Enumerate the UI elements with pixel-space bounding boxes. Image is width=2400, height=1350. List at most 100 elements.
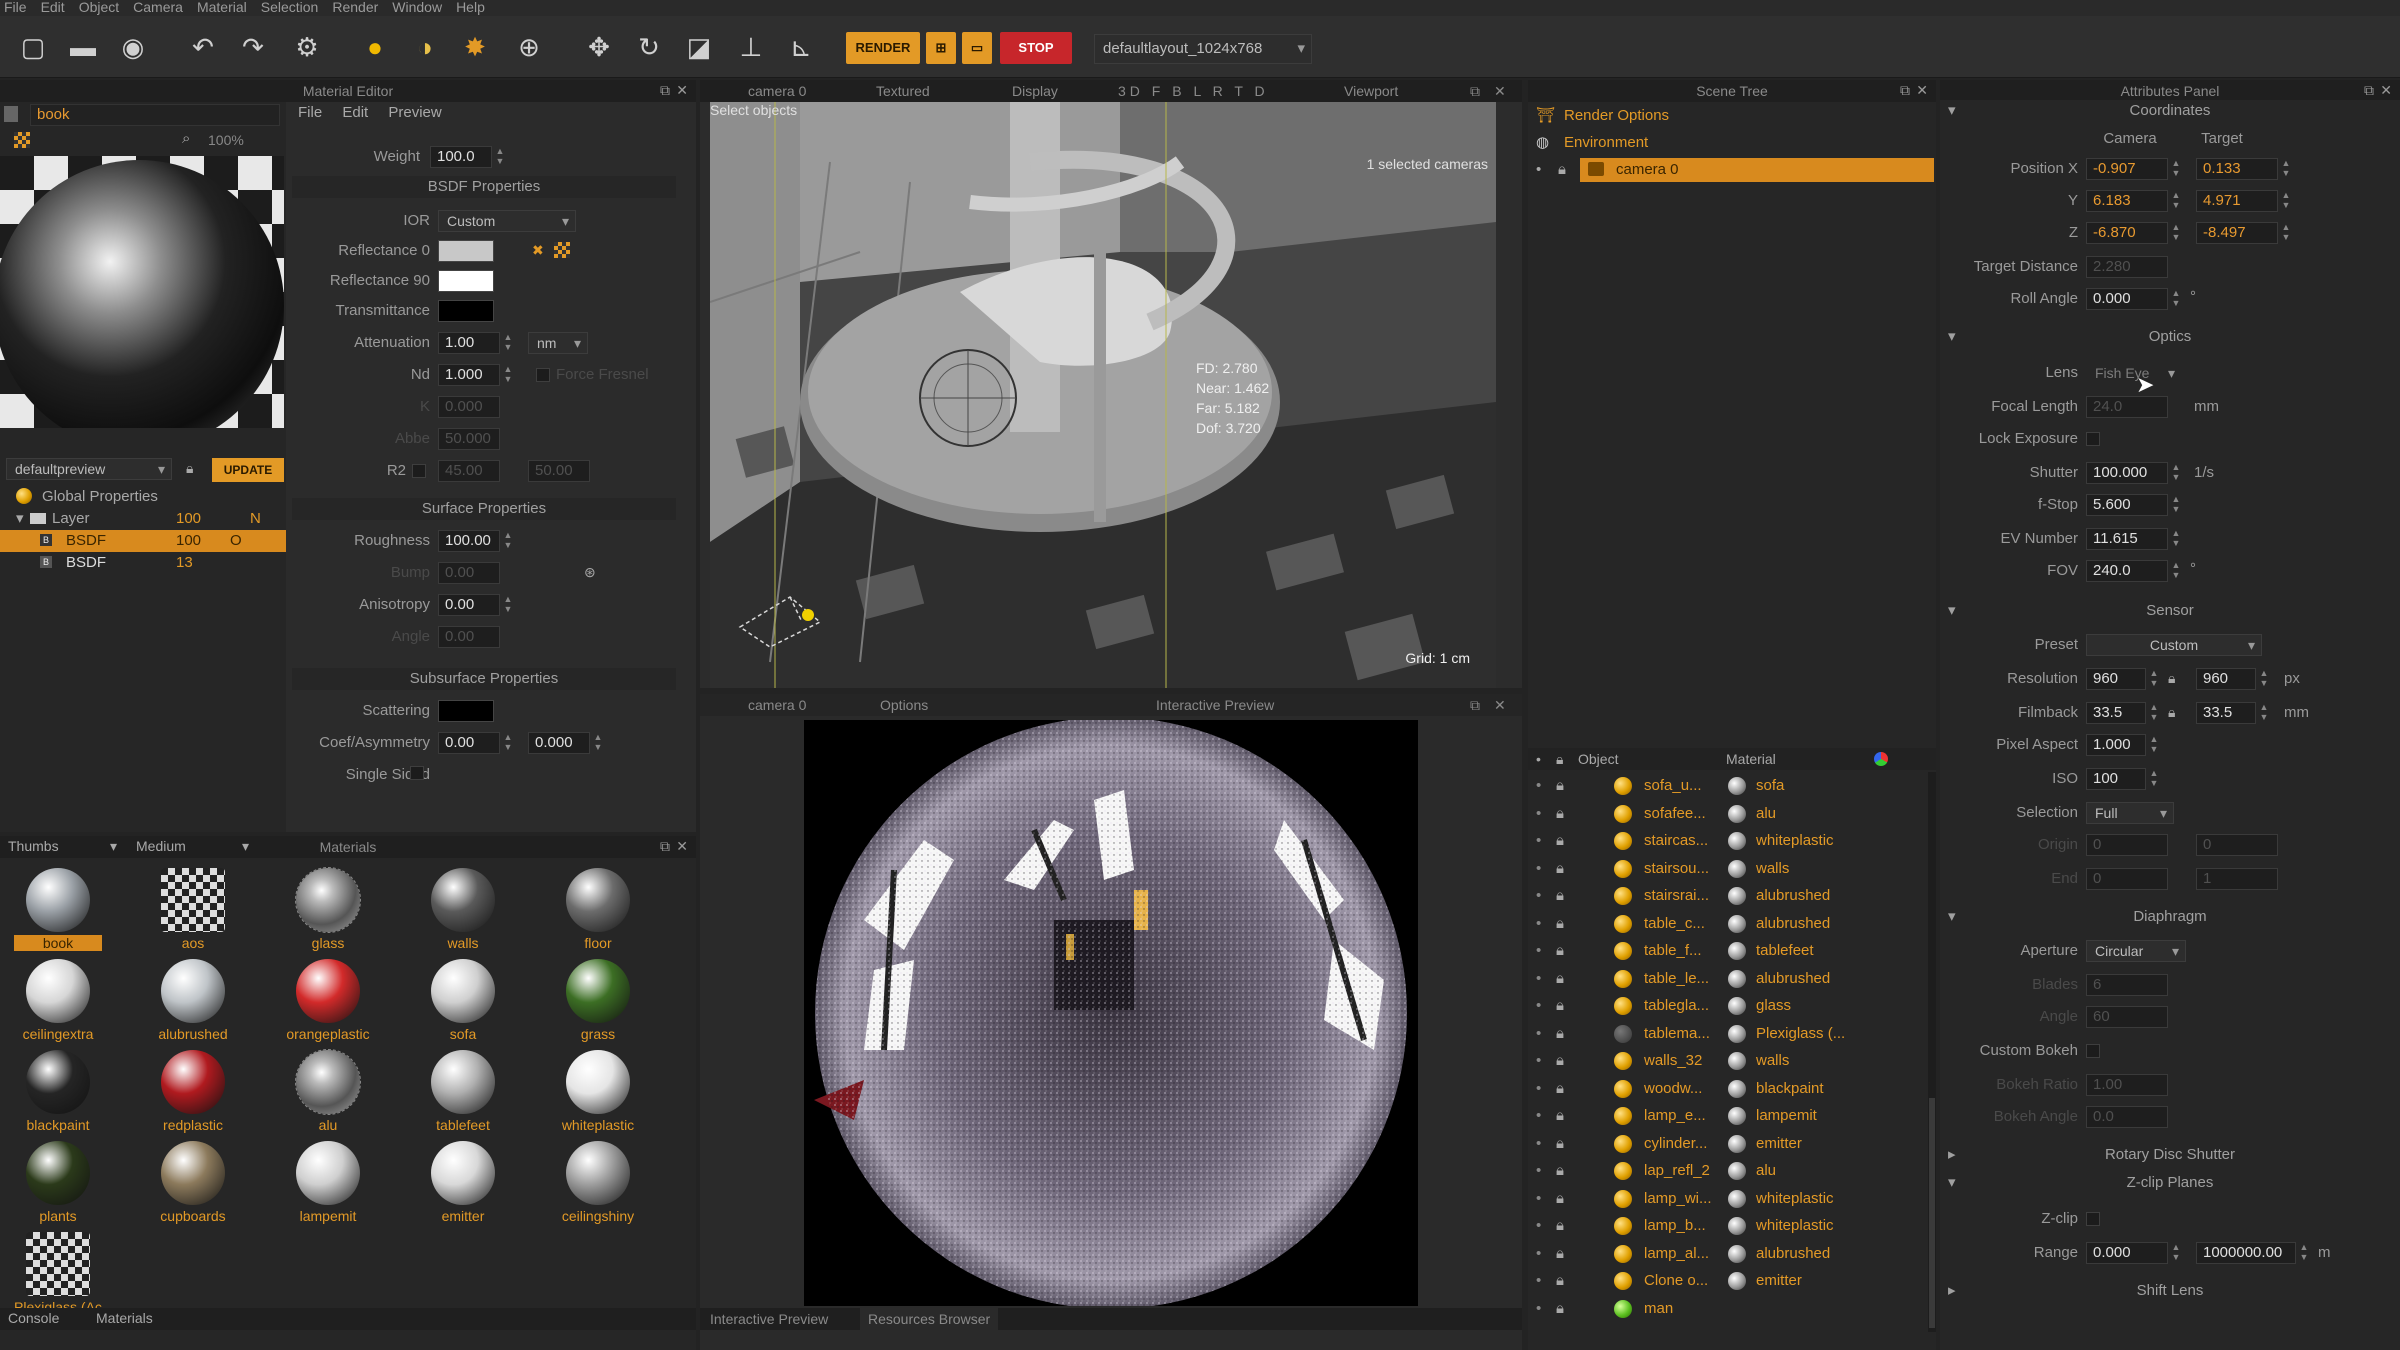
fstop-spin[interactable]: ▲ ▼ (2170, 494, 2182, 516)
single-sided-checkbox[interactable] (410, 766, 424, 780)
scene-object-row[interactable]: • 🔒︎ sofa_u... sofa (1528, 772, 1928, 799)
tab-interactive-preview[interactable]: Interactive Preview (710, 1308, 828, 1330)
object-material[interactable]: emitter (1756, 1130, 1802, 1157)
preview-float-icon[interactable]: ⧉ (1470, 694, 1480, 716)
lens-select[interactable]: Fish Eye (2086, 362, 2182, 384)
camera-z-spin[interactable]: ▲ ▼ (2170, 222, 2182, 244)
menu-material[interactable]: Material (197, 0, 247, 15)
column-object[interactable]: Object (1578, 748, 1618, 770)
menu-render[interactable]: Render (332, 0, 378, 15)
lock-icon[interactable]: 🔒︎ (1556, 1267, 1564, 1294)
ev-number-field[interactable]: 11.615 (2086, 528, 2168, 550)
weight-spin[interactable]: ▲ ▼ (494, 146, 506, 168)
scene-object-row[interactable]: • 🔒︎ table_c... alubrushed (1528, 910, 1928, 937)
object-material[interactable]: emitter (1756, 1267, 1802, 1294)
menu-window[interactable]: Window (392, 0, 442, 15)
coef-field-2[interactable]: 0.000 (528, 732, 590, 754)
range-near-field[interactable]: 0.000 (2086, 1242, 2168, 1264)
reflectance90-swatch[interactable] (438, 270, 494, 292)
material-thumb[interactable]: grass (554, 959, 642, 1049)
object-material[interactable]: walls (1756, 1047, 1789, 1074)
material-thumb[interactable]: glass (284, 867, 372, 958)
scene-object-row[interactable]: • 🔒︎ lamp_e... lampemit (1528, 1102, 1928, 1129)
blades-field[interactable]: 6 (2086, 974, 2168, 996)
preview-options-menu[interactable]: Options (880, 694, 928, 716)
surface-properties-header[interactable]: Surface Properties (292, 498, 676, 520)
tree-row-global[interactable]: Global Properties (0, 486, 286, 508)
force-fresnel-checkbox[interactable] (536, 368, 550, 382)
transmittance-swatch[interactable] (438, 300, 494, 322)
material-thumb[interactable]: blackpaint (14, 1050, 102, 1140)
scene-float-icon[interactable]: ⧉ (1900, 82, 1910, 99)
tab-resources-browser[interactable]: Resources Browser (860, 1308, 999, 1330)
scene-object-row[interactable]: • 🔒︎ walls_32 walls (1528, 1047, 1928, 1074)
object-material[interactable]: whiteplastic (1756, 1212, 1834, 1239)
object-material[interactable]: alubrushed (1756, 910, 1830, 937)
camera-row[interactable]: • 🔒︎ camera 0 (1528, 156, 1936, 183)
lock-icon[interactable]: 🔒︎ (1556, 992, 1564, 1019)
material-thumb[interactable]: floor (554, 868, 642, 958)
menu-camera[interactable]: Camera (133, 0, 183, 15)
camera-x-field[interactable]: -0.907 (2086, 158, 2168, 180)
selection-select[interactable]: Full (2086, 802, 2174, 824)
scene-object-row[interactable]: • 🔒︎ tablema... Plexiglass (... (1528, 1020, 1928, 1047)
viewport-shading-select[interactable]: Textured (876, 80, 930, 102)
fstop-field[interactable]: 5.600 (2086, 494, 2168, 516)
menu-help[interactable]: Help (456, 0, 485, 15)
lock-icon[interactable]: 🔒︎ (1556, 1240, 1564, 1267)
rotate-icon[interactable]: ↻ (632, 30, 666, 64)
materials-close-icon[interactable]: ✕ (676, 838, 688, 855)
scene-object-row[interactable]: • 🔒︎ woodw... blackpaint (1528, 1075, 1928, 1102)
custom-bokeh-checkbox[interactable] (2086, 1044, 2100, 1058)
target-y-field[interactable]: 4.971 (2196, 190, 2278, 212)
resolution-width-field[interactable]: 960 (2086, 668, 2146, 690)
viewport-3d-canvas[interactable]: Select objects 1 selected cameras FD: 2.… (710, 102, 1496, 688)
r2-field-a[interactable]: 45.00 (438, 460, 500, 482)
new-file-icon[interactable]: ▢ (16, 30, 50, 64)
lock-icon[interactable]: 🔒︎ (1556, 882, 1564, 909)
r2-field-b[interactable]: 50.00 (528, 460, 590, 482)
range-far-field[interactable]: 1000000.00 (2196, 1242, 2296, 1264)
diaphragm-header[interactable]: ▾ Diaphragm (1940, 906, 2400, 928)
lock-icon[interactable]: 🔒︎ (1556, 937, 1564, 964)
shutter-field[interactable]: 100.000 (2086, 462, 2168, 484)
preview-scene-select[interactable]: defaultpreview (6, 458, 172, 480)
scene-object-row[interactable]: • 🔒︎ lamp_b... whiteplastic (1528, 1212, 1928, 1239)
weight-field[interactable]: 100.0 (430, 146, 492, 168)
origin-field-1[interactable]: 0 (2086, 834, 2168, 856)
material-sphere-icon[interactable]: ● (358, 30, 392, 64)
camera-z-field[interactable]: -6.870 (2086, 222, 2168, 244)
axis-icon[interactable]: ⊾ (784, 30, 818, 64)
scene-object-row[interactable]: • 🔒︎ stairsrai... alubrushed (1528, 882, 1928, 909)
tab-materials[interactable]: Materials (96, 1310, 153, 1326)
iso-field[interactable]: 100 (2086, 768, 2146, 790)
attributes-float-icon[interactable]: ⧉ (2364, 82, 2374, 99)
scene-object-row[interactable]: • 🔒︎ tablegla... glass (1528, 992, 1928, 1019)
nd-field[interactable]: 1.000 (438, 364, 500, 386)
attenuation-spin[interactable]: ▲ ▼ (502, 332, 514, 354)
lock-icon[interactable]: 🔒︎ (1556, 772, 1564, 799)
material-thumb[interactable]: tablefeet (419, 1050, 507, 1140)
resolution-lock-icon[interactable]: 🔒︎ (2168, 670, 2175, 687)
object-material[interactable]: tablefeet (1756, 937, 1814, 964)
ev-number-spin[interactable]: ▲ ▼ (2170, 528, 2182, 550)
material-thumb[interactable]: plants (14, 1141, 102, 1231)
scene-object-row[interactable]: • 🔒︎ Clone o... emitter (1528, 1267, 1928, 1294)
menu-selection[interactable]: Selection (261, 0, 319, 15)
angle-field[interactable]: 0.00 (438, 626, 500, 648)
material-thumb[interactable]: aos (149, 868, 237, 958)
lock-icon[interactable]: 🔒︎ (1556, 827, 1564, 854)
material-thumb[interactable]: ceilingextra (14, 959, 102, 1049)
material-thumb[interactable]: book (14, 868, 102, 958)
checker-icon[interactable] (14, 132, 30, 148)
coef-spin-1[interactable]: ▲ ▼ (502, 732, 514, 754)
preview-render-image[interactable] (804, 720, 1418, 1306)
diaphragm-angle-field[interactable]: 60 (2086, 1006, 2168, 1028)
target-z-field[interactable]: -8.497 (2196, 222, 2278, 244)
shift-lens-header[interactable]: ▸ Shift Lens (1940, 1280, 2400, 1302)
editor-menu-edit[interactable]: Edit (342, 104, 368, 121)
menu-object[interactable]: Object (79, 0, 119, 15)
save-icon[interactable]: ◉ (116, 30, 150, 64)
lock-icon[interactable]: 🔒︎ (1556, 1047, 1564, 1074)
resolution-height-field[interactable]: 960 (2196, 668, 2256, 690)
